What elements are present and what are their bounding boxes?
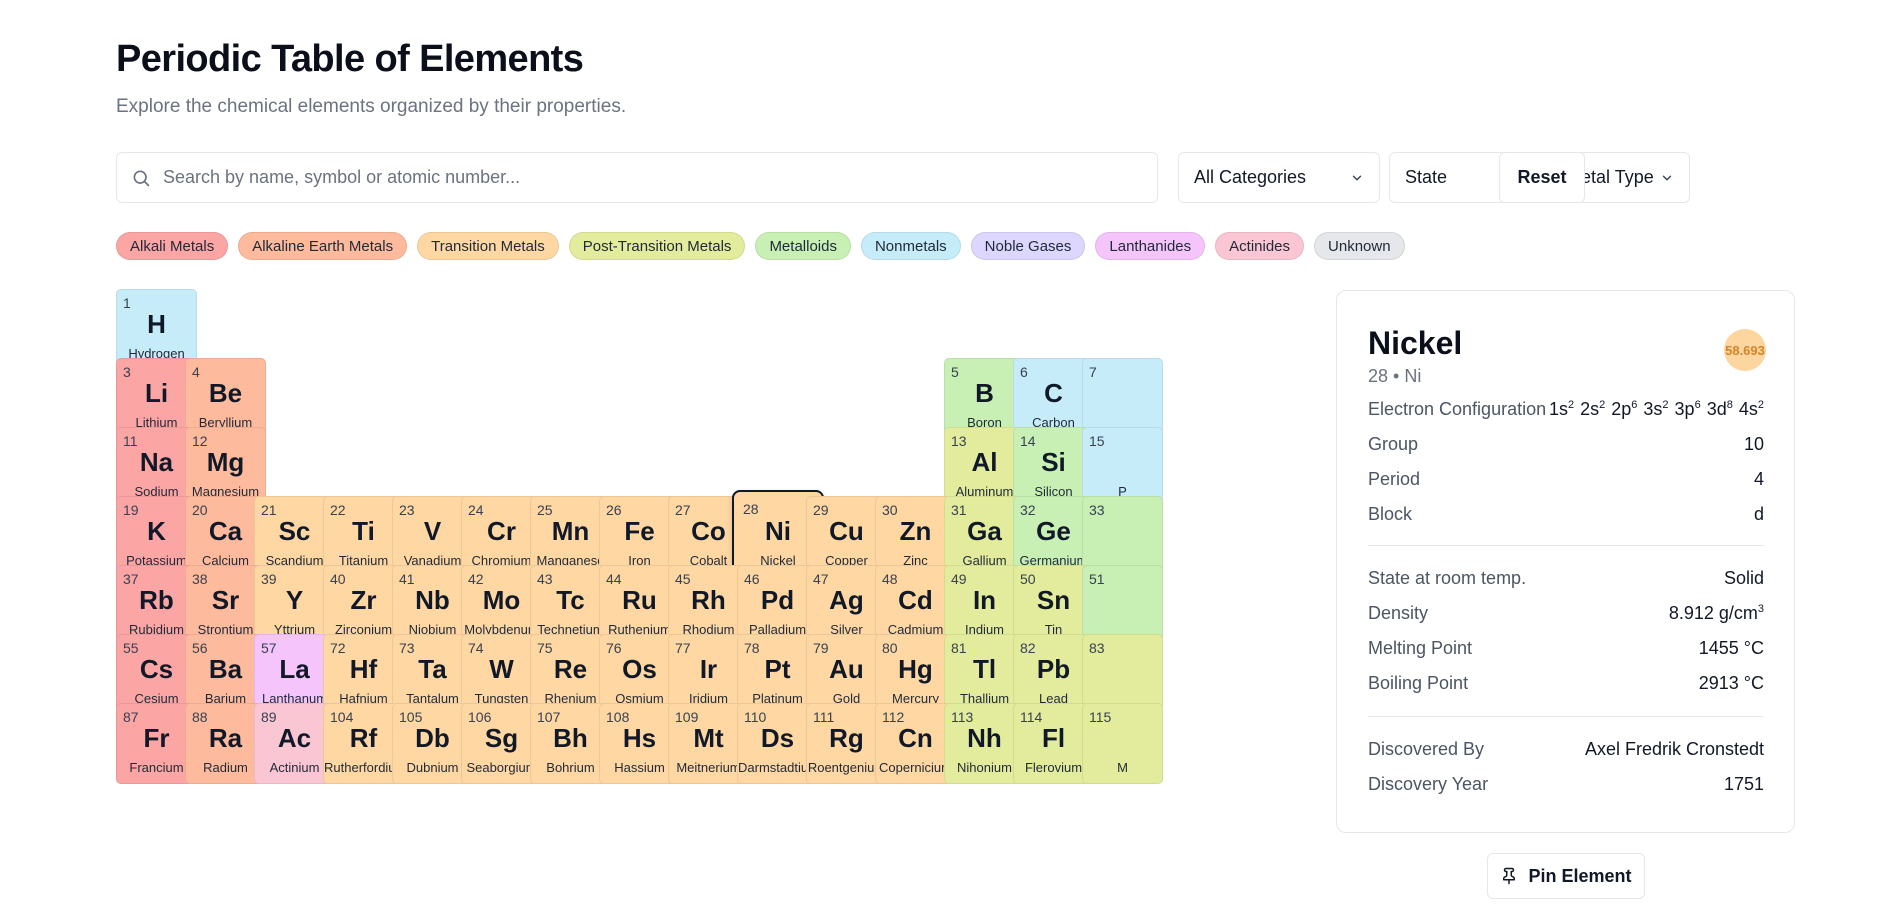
element-detail-panel: Nickel 28 • Ni 58.693 Electron Configura… — [1336, 290, 1795, 833]
discovery-year-row: Discovery Year 1751 — [1368, 770, 1764, 798]
legend-chip-noble[interactable]: Noble Gases — [970, 232, 1086, 260]
search-bar[interactable] — [116, 152, 1158, 203]
element-cell-115[interactable]: 115 M — [1082, 703, 1163, 784]
chevron-down-icon — [1352, 175, 1362, 180]
pin-icon — [1503, 867, 1516, 885]
orbital: 2s — [1580, 398, 1600, 419]
orbital-electrons: 6 — [1631, 398, 1638, 411]
orbital-electrons: 6 — [1694, 398, 1701, 411]
orbital-term: 1s2 — [1549, 399, 1574, 419]
orbital-term: 3d8 — [1707, 399, 1733, 419]
legend-chip-transition[interactable]: Transition Metals — [417, 232, 559, 260]
legend-chip-metalloid[interactable]: Metalloids — [755, 232, 851, 260]
page-title: Periodic Table of Elements — [116, 38, 584, 80]
state-select-value: State — [1405, 167, 1448, 187]
element-number: 28 — [743, 501, 759, 517]
discovered-by-value: Axel Fredrik Cronstedt — [1584, 738, 1764, 759]
electron-config-value: 1s2 2s2 2p6 3s2 3p6 3d8 4s2 — [1549, 399, 1764, 420]
state-label: State at room temp. — [1368, 567, 1527, 588]
boiling-row: Boiling Point 2913 °C — [1368, 669, 1764, 697]
search-icon — [133, 170, 150, 186]
orbital: 3s — [1643, 398, 1663, 419]
element-number: 83 — [1089, 640, 1105, 656]
category-select-value: All Categories — [1194, 167, 1307, 187]
orbital-electrons: 8 — [1726, 398, 1733, 411]
discovered-by-label: Discovered By — [1368, 738, 1485, 759]
orbital-electrons: 2 — [1567, 398, 1575, 411]
period-value: 4 — [1753, 468, 1764, 489]
detail-element-subtitle: 28 • Ni — [1368, 366, 1422, 386]
group-row: Group 10 — [1368, 430, 1764, 458]
reset-button[interactable]: Reset — [1499, 152, 1585, 203]
legend-chip-alkali[interactable]: Alkali Metals — [116, 232, 229, 260]
element-symbol: H — [147, 309, 166, 339]
period-row: Period 4 — [1368, 465, 1764, 493]
group-label: Group — [1368, 433, 1419, 454]
melting-row: Melting Point 1455 °C — [1368, 634, 1764, 662]
element-number: 33 — [1089, 502, 1105, 518]
density-number: 8.912 g/cm — [1668, 602, 1758, 623]
density-exponent: 3 — [1757, 602, 1764, 615]
legend-chip-actinide[interactable]: Actinides — [1215, 232, 1305, 260]
orbital-term: 4s2 — [1739, 399, 1764, 419]
state-row: State at room temp. Solid — [1368, 564, 1764, 592]
boiling-value: 2913 °C — [1698, 672, 1764, 693]
block-row: Block d — [1368, 500, 1764, 528]
detail-element-name: Nickel — [1368, 325, 1463, 361]
orbital-term: 2p6 — [1611, 399, 1637, 419]
discovered-by-row: Discovered By Axel Fredrik Cronstedt — [1368, 735, 1764, 763]
boiling-label: Boiling Point — [1368, 672, 1469, 693]
search-input[interactable] — [151, 153, 1157, 202]
divider — [1368, 545, 1764, 546]
element-number: 7 — [1089, 364, 1097, 380]
discovery-year-label: Discovery Year — [1368, 773, 1489, 794]
orbital: 1s — [1548, 398, 1568, 419]
melting-value: 1455 °C — [1698, 637, 1764, 658]
orbital-electrons: 2 — [1662, 398, 1669, 411]
density-row: Density 8.912 g/cm3 — [1368, 599, 1764, 627]
density-value: 8.912 g/cm3 — [1669, 603, 1764, 624]
element-name: M — [1117, 760, 1128, 775]
orbital-electrons: 2 — [1757, 398, 1764, 411]
orbital: 3p — [1674, 398, 1695, 419]
legend-chip-alkaline[interactable]: Alkaline Earth Metals — [238, 232, 408, 260]
melting-label: Melting Point — [1368, 637, 1473, 658]
element-symbol: Mg — [206, 447, 245, 477]
legend-chip-nonmetal[interactable]: Nonmetals — [860, 232, 961, 260]
legend-chip-unknown[interactable]: Unknown — [1314, 232, 1405, 260]
element-number: 115 — [1089, 709, 1112, 725]
orbital: 3d — [1706, 398, 1727, 419]
element-number: 15 — [1089, 433, 1105, 449]
orbital-term: 3p6 — [1675, 399, 1701, 419]
divider — [1368, 716, 1764, 717]
category-select[interactable]: All Categories — [1178, 152, 1380, 203]
legend-chip-post[interactable]: Post-Transition Metals — [568, 232, 746, 260]
atomic-mass-badge: 58.693 — [1724, 329, 1766, 371]
discovery-year-value: 1751 — [1723, 773, 1764, 794]
orbital: 4s — [1738, 398, 1758, 419]
density-label: Density — [1368, 602, 1429, 623]
chevron-down-icon — [1662, 175, 1672, 180]
category-legend: Alkali Metals Alkaline Earth Metals Transi… — [116, 232, 1405, 260]
periodic-table-grid: 1 H Hydrogen 3 Li Lithium 4 Be Beryllium 5 B Boron 6… — [116, 289, 1305, 889]
state-value: Solid — [1723, 567, 1764, 588]
page-subtitle: Explore the chemical elements organized … — [116, 96, 627, 117]
pin-element-button[interactable]: Pin Element — [1487, 853, 1645, 899]
orbital-term: 3s2 — [1643, 399, 1668, 419]
orbital-term: 2s2 — [1580, 399, 1605, 419]
block-value: d — [1753, 503, 1764, 524]
pin-element-label: Pin Element — [1528, 865, 1632, 886]
element-symbol: Be — [208, 378, 243, 408]
group-value: 10 — [1743, 433, 1764, 454]
orbital: 2p — [1611, 398, 1632, 419]
orbital-electrons: 2 — [1599, 398, 1606, 411]
block-label: Block — [1368, 503, 1413, 524]
legend-chip-lanthanide[interactable]: Lanthanides — [1095, 232, 1206, 260]
period-label: Period — [1368, 468, 1421, 489]
electron-config-row: Electron Configuration 1s2 2s2 2p6 3s2 3p6 3d… — [1368, 395, 1764, 423]
element-number: 51 — [1089, 571, 1105, 587]
electron-config-label: Electron Configuration — [1368, 398, 1547, 419]
